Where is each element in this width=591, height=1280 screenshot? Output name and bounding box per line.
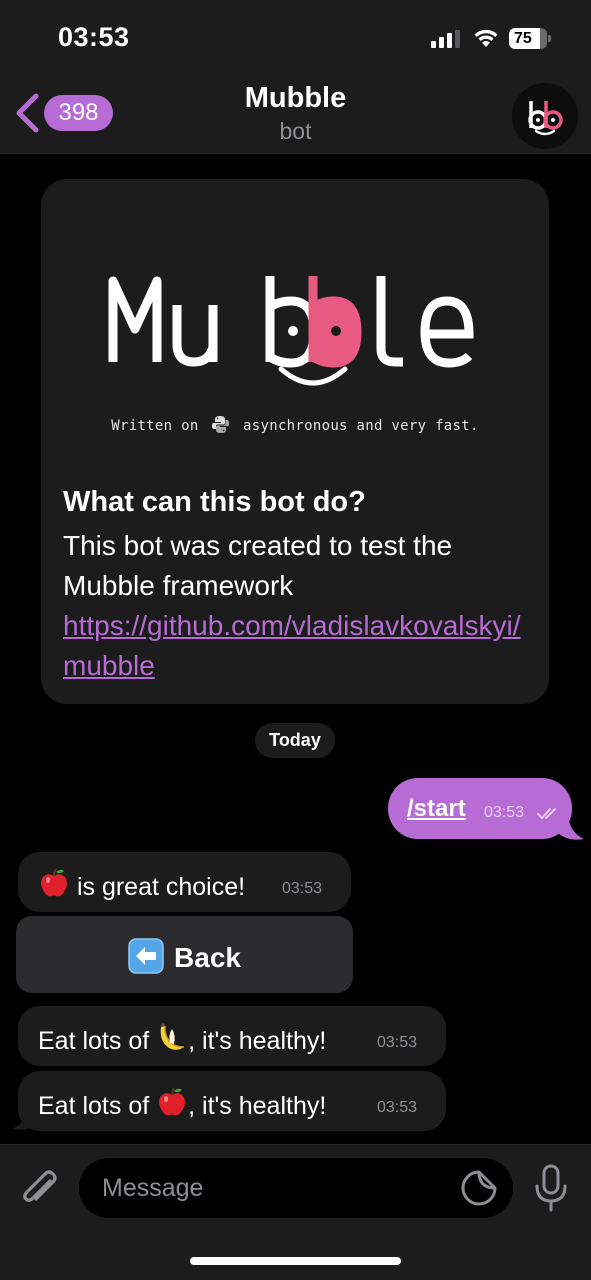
bot-avatar[interactable] [512,83,578,149]
message-body-end: , it's healthy! [188,1027,327,1055]
chat-header: 398 Mubble bot [0,76,591,154]
battery-level: 75 [509,28,540,49]
message-time: 03:53 [377,1099,418,1116]
incoming-message[interactable]: Eat lots of , it's healthy! 03:53 [18,1006,446,1066]
microphone-icon[interactable] [533,1164,569,1212]
cellular-signal-icon [431,30,460,48]
outgoing-message[interactable]: /start 03:53 [388,778,572,839]
back-label-text: Back [174,942,241,973]
mubble-wordmark-logo [108,276,474,386]
card-heading: What can this bot do? [63,486,366,518]
message-body-start: Eat lots of [38,1092,157,1120]
double-check-icon [537,808,556,820]
banana-emoji-icon [160,1023,185,1050]
left-arrow-emoji-icon [128,938,164,974]
message-text: Eat lots of , it's healthy! [38,1021,326,1056]
apple-emoji-icon [159,1087,186,1116]
chat-subtitle: bot [279,118,312,144]
message-body: is great choice! [70,873,246,901]
python-icon [212,416,230,433]
wifi-icon [474,29,498,47]
message-text: is great choice! [38,867,245,902]
mubble-logo: Written on asynchronous and very fast. [41,179,549,479]
battery-icon: 75 [509,28,551,49]
message-text: Eat lots of , it's healthy! [38,1086,326,1121]
home-indicator[interactable] [190,1257,401,1265]
message-body-start: Eat lots of [38,1027,157,1055]
message-placeholder: Message [102,1174,204,1202]
date-separator: Today [255,723,335,758]
message-time: 03:53 [484,804,525,821]
incoming-message[interactable]: is great choice! 03:53 [18,852,351,912]
sticker-icon[interactable] [460,1169,498,1207]
status-time: 03:53 [58,22,130,52]
status-bar: 03:53 75 [0,0,591,76]
back-button-label: Back [16,938,353,974]
message-input[interactable]: Message [79,1158,513,1218]
tagline-suffix: asynchronous and very fast. [243,418,479,434]
logo-tagline: Written on asynchronous and very fast. [41,415,549,434]
paperclip-icon[interactable] [17,1164,63,1210]
message-body-end: , it's healthy! [188,1092,327,1120]
apple-emoji-icon [41,868,67,897]
message-input-bar: Message [0,1144,591,1280]
card-description: This bot was created to test the Mubble … [63,530,453,601]
incoming-message[interactable]: Eat lots of , it's healthy! 03:53 [18,1071,446,1131]
bot-info-card: Written on asynchronous and very fast. W… [41,179,549,704]
tagline-prefix: Written on [111,418,199,434]
github-link[interactable]: https://github.com/vladislavkovalskyi/mu… [63,606,533,686]
chat-title[interactable]: Mubble [0,82,591,115]
message-time: 03:53 [377,1034,418,1051]
back-inline-button[interactable]: Back [16,916,353,993]
message-time: 03:53 [282,880,323,897]
command-link[interactable]: /start [407,795,466,823]
